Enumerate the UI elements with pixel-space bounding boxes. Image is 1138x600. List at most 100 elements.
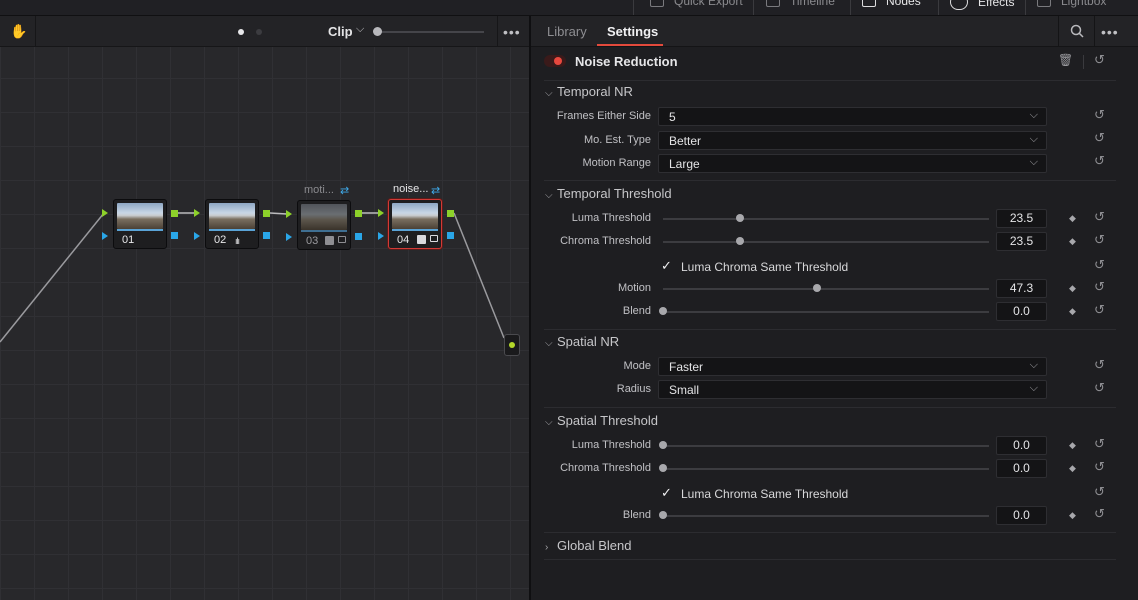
slider-handle[interactable] (659, 511, 667, 519)
node-key-output-port[interactable] (263, 232, 270, 239)
chevron-right-icon: › (545, 542, 549, 553)
node-input-port[interactable] (194, 209, 200, 217)
effects-inspector: Library Settings ••• Noise Reduction 🗑 ↺… (531, 16, 1138, 600)
node-key-input-port[interactable] (194, 232, 200, 240)
node-output-port[interactable] (447, 210, 454, 217)
reset-icon[interactable]: ↺ (1094, 357, 1105, 373)
frames-either-side-dropdown[interactable]: 5 ⌵ (658, 107, 1047, 126)
temporal-luma-threshold-value[interactable]: 23.5 (996, 209, 1047, 228)
node-output-port[interactable] (355, 210, 362, 217)
node-key-output-port[interactable] (355, 233, 362, 240)
effect-enable-toggle[interactable] (544, 55, 566, 67)
reset-icon[interactable]: ↺ (1094, 459, 1105, 475)
temporal-chroma-threshold-value[interactable]: 23.5 (996, 232, 1047, 251)
spatial-luma-threshold-slider[interactable] (663, 445, 989, 447)
node-key-output-port[interactable] (447, 232, 454, 239)
tab-settings[interactable]: Settings (607, 24, 658, 39)
temporal-same-threshold-checkbox[interactable]: ✓ (661, 258, 672, 274)
chevron-down-icon: ⌵ (545, 417, 553, 428)
section-spatial-threshold[interactable]: ⌵ Spatial Threshold (545, 413, 658, 428)
tab-library[interactable]: Library (547, 24, 587, 39)
temporal-blend-value[interactable]: 0.0 (996, 302, 1047, 321)
slider-handle[interactable] (659, 307, 667, 315)
reset-icon[interactable]: ↺ (1094, 380, 1105, 396)
section-divider (544, 559, 1116, 560)
node-output-port[interactable] (171, 210, 178, 217)
node-key-input-port[interactable] (286, 233, 292, 241)
reset-icon[interactable]: ↺ (1094, 130, 1105, 146)
toolbar-separator (1025, 0, 1026, 15)
temporal-luma-threshold-slider[interactable] (663, 218, 989, 220)
temporal-chroma-threshold-label: Chroma Threshold (560, 235, 651, 247)
keyframe-diamond-icon[interactable]: ◆ (1069, 510, 1076, 521)
reset-icon[interactable]: ↺ (1094, 302, 1105, 318)
node-input-port[interactable] (378, 209, 384, 217)
spatial-chroma-threshold-slider[interactable] (663, 468, 989, 470)
reset-effect-icon[interactable]: ↺ (1094, 52, 1105, 68)
slider-handle[interactable] (659, 464, 667, 472)
keyframe-diamond-icon[interactable]: ◆ (1069, 213, 1076, 224)
reset-icon[interactable]: ↺ (1094, 232, 1105, 248)
section-temporal-threshold[interactable]: ⌵ Temporal Threshold (545, 186, 672, 201)
temporal-chroma-threshold-slider[interactable] (663, 241, 989, 243)
keyframe-diamond-icon[interactable]: ◆ (1069, 440, 1076, 451)
reset-icon[interactable]: ↺ (1094, 107, 1105, 123)
motion-range-dropdown[interactable]: Large ⌵ (658, 154, 1047, 173)
section-spatial-nr[interactable]: ⌵ Spatial NR (545, 334, 619, 349)
effects-button[interactable]: Effects (950, 0, 1014, 10)
node-key-input-port[interactable] (378, 232, 384, 240)
clip-output-node[interactable] (504, 334, 520, 356)
reset-icon[interactable]: ↺ (1094, 279, 1105, 295)
spatial-same-threshold-checkbox[interactable]: ✓ (661, 485, 672, 501)
slider-handle[interactable] (735, 214, 744, 222)
temporal-motion-slider[interactable] (663, 288, 989, 290)
reset-icon[interactable]: ↺ (1094, 153, 1105, 169)
node-02[interactable]: 02 ılı (205, 199, 259, 249)
reset-icon[interactable]: ↺ (1094, 209, 1105, 225)
reset-icon[interactable]: ↺ (1094, 484, 1105, 500)
node-output-port[interactable] (263, 210, 270, 217)
spatial-blend-value[interactable]: 0.0 (996, 506, 1047, 525)
dropdown-value: Small (669, 383, 700, 397)
node-input-port[interactable] (102, 209, 108, 217)
dropdown-value: Large (669, 157, 700, 171)
active-tab-indicator (597, 44, 663, 46)
reset-icon[interactable]: ↺ (1094, 436, 1105, 452)
lightbox-icon (1037, 0, 1051, 7)
reset-icon[interactable]: ↺ (1094, 257, 1105, 273)
more-options-icon[interactable]: ••• (1101, 24, 1119, 40)
spatial-mode-dropdown[interactable]: Faster ⌵ (658, 357, 1047, 376)
output-port-dot[interactable] (509, 342, 515, 348)
slider-handle[interactable] (659, 441, 667, 449)
node-key-input-port[interactable] (102, 232, 108, 240)
node-key-output-port[interactable] (171, 232, 178, 239)
node-01[interactable]: 01 (113, 199, 167, 249)
quick-export-button[interactable]: Quick Export (650, 0, 743, 8)
lightbox-button[interactable]: Lightbox (1037, 0, 1106, 8)
keyframe-diamond-icon[interactable]: ◆ (1069, 283, 1076, 294)
mo-est-type-dropdown[interactable]: Better ⌵ (658, 131, 1047, 150)
spatial-radius-dropdown[interactable]: Small ⌵ (658, 380, 1047, 399)
node-input-port[interactable] (286, 210, 292, 218)
slider-handle[interactable] (813, 284, 822, 292)
node-03[interactable]: 03 (297, 200, 351, 250)
temporal-blend-slider[interactable] (663, 311, 989, 313)
section-global-blend[interactable]: › Global Blend (545, 538, 631, 553)
spatial-blend-slider[interactable] (663, 515, 989, 517)
output-wire (453, 212, 505, 339)
search-icon[interactable] (1070, 24, 1084, 38)
timeline-button[interactable]: Timeline (766, 0, 835, 8)
temporal-motion-value[interactable]: 47.3 (996, 279, 1047, 298)
keyframe-diamond-icon[interactable]: ◆ (1069, 236, 1076, 247)
trash-icon[interactable]: 🗑 (1058, 53, 1073, 67)
slider-handle[interactable] (735, 237, 744, 245)
keyframe-diamond-icon[interactable]: ◆ (1069, 463, 1076, 474)
spatial-chroma-threshold-value[interactable]: 0.0 (996, 459, 1047, 478)
temporal-same-threshold-label: Luma Chroma Same Threshold (681, 260, 849, 274)
reset-icon[interactable]: ↺ (1094, 506, 1105, 522)
section-temporal-nr[interactable]: ⌵ Temporal NR (545, 84, 633, 99)
keyframe-diamond-icon[interactable]: ◆ (1069, 306, 1076, 317)
nodes-button[interactable]: Nodes (862, 0, 921, 8)
node-04[interactable]: 04 (388, 199, 442, 249)
spatial-luma-threshold-value[interactable]: 0.0 (996, 436, 1047, 455)
